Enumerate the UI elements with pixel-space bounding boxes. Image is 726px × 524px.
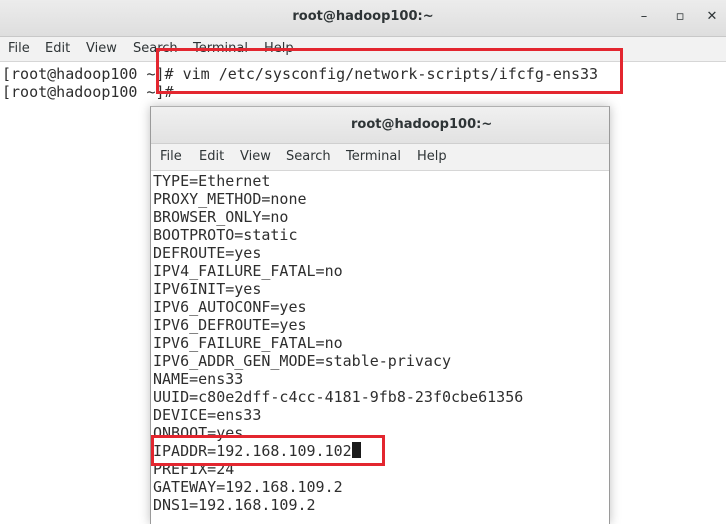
menu-view[interactable]: View (86, 41, 117, 56)
menu-terminal[interactable]: Terminal (346, 149, 401, 164)
config-line: BOOTPROTO=static (153, 226, 298, 244)
menu-file[interactable]: File (160, 149, 182, 164)
config-line: TYPE=Ethernet (153, 172, 271, 190)
config-line: DEFROUTE=yes (153, 244, 262, 262)
config-line: IPV6_AUTOCONF=yes (153, 298, 307, 316)
highlight-box-command (156, 48, 623, 94)
config-line: IPV6_DEFROUTE=yes (153, 316, 307, 334)
menu-help[interactable]: Help (417, 149, 447, 164)
config-line: IPV6INIT=yes (153, 280, 262, 298)
maximize-icon[interactable]: ▫ (671, 8, 689, 26)
config-line: BROWSER_ONLY=no (153, 208, 289, 226)
menu-bar: File Edit View Search Terminal Help (151, 144, 609, 171)
highlight-box-ipaddr (151, 435, 385, 466)
config-line: IPV4_FAILURE_FATAL=no (153, 262, 343, 280)
window-title: root@hadoop100:~ (292, 9, 434, 24)
config-line: IPV6_ADDR_GEN_MODE=stable-privacy (153, 352, 452, 370)
minimize-icon[interactable]: – (635, 8, 653, 26)
config-line: UUID=c80e2dff-c4cc-4181-9fb8-23f0cbe6135… (153, 388, 524, 406)
menu-edit[interactable]: Edit (199, 149, 224, 164)
menu-view[interactable]: View (240, 149, 271, 164)
menu-search[interactable]: Search (286, 149, 331, 164)
terminal-line: [root@hadoop100 ~]# (2, 83, 174, 101)
menu-file[interactable]: File (8, 41, 30, 56)
config-line: PROXY_METHOD=none (153, 190, 307, 208)
title-bar[interactable]: root@hadoop100:~ – ▫ ✕ (0, 0, 726, 37)
config-line: IPV6_FAILURE_FATAL=no (153, 334, 343, 352)
title-bar[interactable]: root@hadoop100:~ (151, 107, 609, 144)
terminal-output[interactable]: TYPE=Ethernet PROXY_METHOD=none BROWSER_… (151, 171, 609, 524)
window-title: root@hadoop100:~ (351, 117, 493, 132)
config-line: GATEWAY=192.168.109.2 (153, 478, 343, 496)
menu-edit[interactable]: Edit (45, 41, 70, 56)
close-icon[interactable]: ✕ (703, 8, 721, 26)
config-line: DNS1=192.168.109.2 (153, 496, 316, 514)
config-line: NAME=ens33 (153, 370, 244, 388)
config-line: DEVICE=ens33 (153, 406, 262, 424)
